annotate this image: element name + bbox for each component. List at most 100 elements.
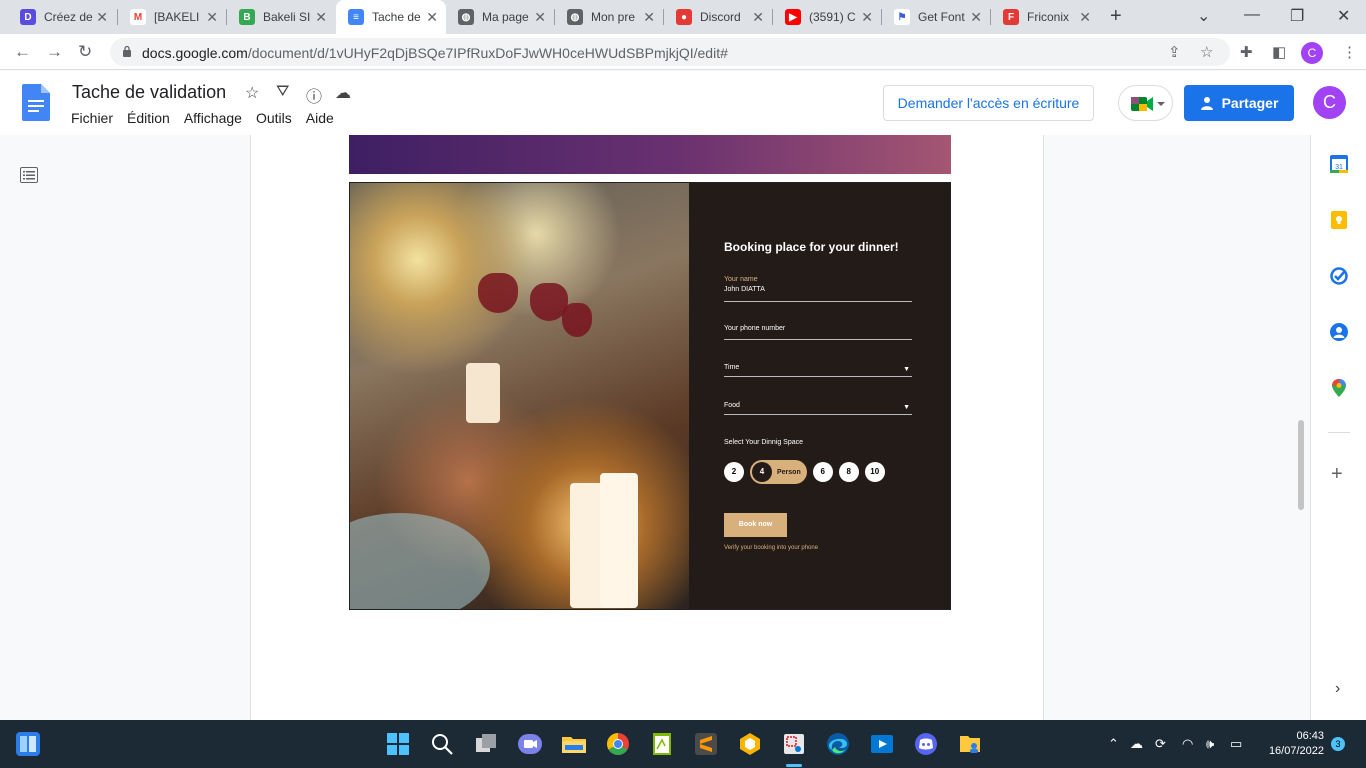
close-icon[interactable]: ✕ — [970, 9, 982, 26]
google-meet-icon — [1131, 97, 1165, 111]
calendar-icon[interactable]: 31 — [1330, 155, 1348, 173]
dropdown-caret-icon: ▼ — [903, 366, 910, 373]
svg-text:31: 31 — [1335, 164, 1343, 171]
booking-mockup-image[interactable]: Booking place for your dinner! Your name… — [349, 182, 951, 610]
snipping-tool-icon[interactable] — [782, 732, 806, 756]
add-addon-icon[interactable]: + — [1331, 463, 1343, 486]
show-hidden-icons-icon[interactable]: ⌃ — [1108, 736, 1119, 752]
food-label: Food — [724, 402, 740, 409]
sync-alert-icon[interactable]: ⟳ — [1155, 736, 1166, 752]
close-icon[interactable]: ✕ — [534, 9, 546, 26]
wifi-icon[interactable]: ◠ — [1182, 736, 1193, 752]
request-edit-access-button[interactable]: Demander l'accès en écriture — [883, 85, 1094, 121]
tab-9[interactable]: ⚑ Get Font ✕ — [882, 0, 990, 34]
close-icon[interactable]: ✕ — [206, 9, 218, 26]
discord-icon[interactable] — [914, 732, 938, 756]
task-view-icon[interactable] — [474, 732, 498, 756]
space-option-2: 2 — [724, 462, 744, 482]
notepad-app-icon[interactable] — [650, 732, 674, 756]
folder-user-icon[interactable] — [958, 732, 982, 756]
account-avatar[interactable]: C — [1313, 86, 1346, 119]
minimize-icon[interactable]: — — [1244, 6, 1260, 24]
wine-glass — [478, 273, 518, 313]
tab-4-active[interactable]: ≡ Tache de ✕ — [336, 0, 446, 34]
tab-5[interactable]: ◍ Ma page ✕ — [446, 0, 554, 34]
clock-date: 16/07/2022 — [1268, 745, 1324, 757]
maps-icon[interactable] — [1330, 379, 1348, 397]
docs-icon: ≡ — [348, 9, 364, 25]
file-explorer-icon[interactable] — [562, 732, 586, 756]
extensions-icon[interactable]: ✚ — [1240, 43, 1253, 61]
reload-icon[interactable]: ↻ — [78, 42, 92, 62]
cloud-status-icon[interactable]: ☁ — [335, 83, 351, 103]
space-option-10: 10 — [864, 462, 885, 482]
media-player-icon[interactable] — [870, 732, 894, 756]
new-tab-icon[interactable]: + — [1110, 5, 1122, 28]
search-icon[interactable] — [430, 732, 454, 756]
windows-start-icon[interactable] — [386, 732, 410, 756]
info-icon[interactable]: ⓘ — [306, 83, 322, 107]
phone-field: Your phone number — [724, 325, 912, 340]
menu-kebab-icon[interactable]: ⋮ — [1342, 43, 1357, 61]
tab-2[interactable]: M [BAKELI ✕ — [118, 0, 226, 34]
menu-aide[interactable]: Aide — [306, 110, 334, 126]
tab-10[interactable]: F Friconix ✕ — [991, 0, 1099, 34]
close-icon[interactable]: ✕ — [1079, 9, 1091, 26]
document-page[interactable]: Booking place for your dinner! Your name… — [250, 135, 1044, 720]
share-button[interactable]: Partager — [1184, 85, 1294, 121]
space-option-4-selected: 4 Person — [750, 460, 807, 484]
person-icon — [1200, 97, 1213, 110]
tab-8[interactable]: ▶ (3591) C ✕ — [773, 0, 881, 34]
add-to-drive-icon[interactable]: ⛛ — [276, 83, 289, 101]
tab-6[interactable]: ◍ Mon pre ✕ — [555, 0, 663, 34]
star-icon[interactable]: ☆ — [245, 83, 259, 103]
notification-badge[interactable]: 3 — [1331, 737, 1345, 751]
document-title[interactable]: Tache de validation — [72, 82, 226, 103]
close-icon[interactable]: ✕ — [861, 9, 873, 26]
widgets-icon[interactable] — [16, 732, 40, 756]
keep-icon[interactable] — [1330, 211, 1348, 229]
side-panel-icon[interactable]: ◧ — [1272, 43, 1286, 61]
menu-affichage[interactable]: Affichage — [184, 110, 242, 126]
onedrive-cloud-icon[interactable]: ☁ — [1130, 736, 1143, 752]
tab-1[interactable]: D Créez de ✕ — [8, 0, 116, 34]
hexagon-app-icon[interactable] — [738, 732, 762, 756]
contacts-icon[interactable] — [1330, 323, 1348, 341]
teams-chat-icon[interactable] — [518, 732, 542, 756]
menu-outils[interactable]: Outils — [256, 110, 292, 126]
document-outline-icon[interactable] — [20, 167, 38, 183]
youtube-icon: ▶ — [785, 9, 801, 25]
close-icon[interactable]: ✕ — [96, 9, 108, 26]
forward-icon[interactable]: → — [46, 42, 63, 62]
lettering-app-icon: D — [20, 9, 36, 25]
tab-7[interactable]: ● Discord ✕ — [664, 0, 772, 34]
battery-icon[interactable]: ▭ — [1230, 736, 1242, 752]
restore-icon[interactable]: ❐ — [1290, 6, 1304, 26]
edge-icon[interactable] — [826, 732, 850, 756]
volume-icon[interactable]: 🕪 — [1206, 736, 1214, 752]
profile-avatar[interactable]: C — [1301, 42, 1323, 64]
menu-edition[interactable]: Édition — [127, 110, 170, 126]
dining-space-options: 2 4 Person 6 8 10 — [724, 460, 885, 484]
sublime-text-icon[interactable] — [694, 732, 718, 756]
system-clock[interactable]: 06:43 16/07/2022 — [1258, 729, 1324, 759]
tasks-icon[interactable] — [1330, 267, 1348, 285]
tab-3[interactable]: B Bakeli SI ✕ — [227, 0, 335, 34]
close-window-icon[interactable]: ✕ — [1337, 6, 1350, 26]
chrome-icon[interactable] — [606, 732, 630, 756]
bookmark-star-icon[interactable]: ☆ — [1200, 43, 1213, 61]
google-docs-logo-icon[interactable] — [22, 84, 50, 121]
share-page-icon[interactable]: ⇪ — [1168, 43, 1181, 61]
back-icon[interactable]: ← — [14, 42, 31, 62]
close-icon[interactable]: ✕ — [643, 9, 655, 26]
scrollbar-thumb[interactable] — [1298, 420, 1304, 510]
name-field: Your name John DIATTA — [724, 276, 912, 302]
tab-search-icon[interactable]: ⌄ — [1197, 6, 1210, 26]
address-bar[interactable]: docs.google.com/document/d/1vUHyF2qDjBSQ… — [110, 38, 1230, 66]
meet-button[interactable] — [1118, 85, 1173, 121]
close-icon[interactable]: ✕ — [315, 9, 327, 26]
chevron-right-icon[interactable]: › — [1335, 680, 1340, 698]
close-icon[interactable]: ✕ — [752, 9, 764, 26]
menu-fichier[interactable]: Fichier — [71, 110, 113, 126]
close-icon[interactable]: ✕ — [426, 9, 438, 26]
